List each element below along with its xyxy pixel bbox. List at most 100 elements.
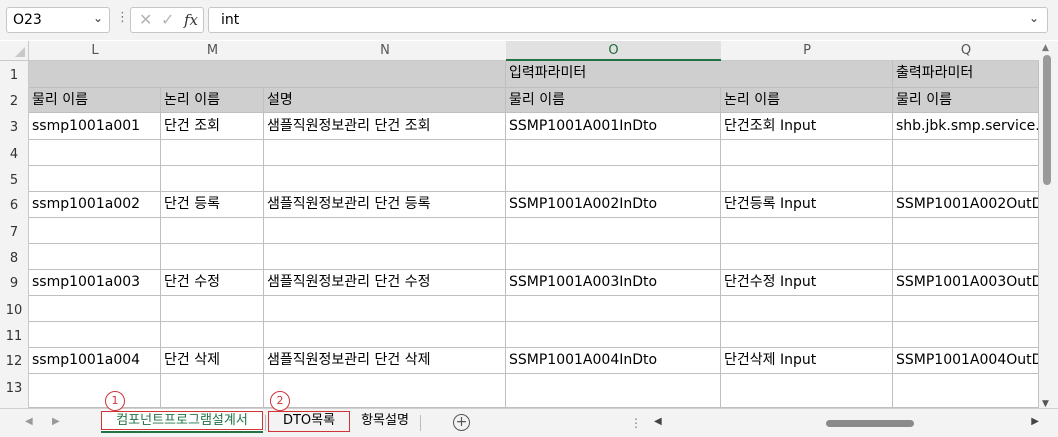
cell-O2-in-physical-name[interactable]: 물리 이름	[506, 88, 721, 113]
horizontal-scroll-thumb[interactable]	[826, 420, 914, 427]
empty-cell[interactable]	[893, 166, 1039, 192]
row-header-9[interactable]: 9	[0, 270, 29, 296]
empty-cell[interactable]	[721, 322, 893, 348]
empty-cell[interactable]	[161, 374, 264, 408]
empty-cell[interactable]	[506, 166, 721, 192]
cell-M2-logical-name[interactable]: 논리 이름	[161, 88, 264, 113]
cell-physical[interactable]: ssmp1001a002	[29, 192, 161, 218]
row-header-12[interactable]: 12	[0, 348, 29, 374]
column-header-Q[interactable]: Q	[893, 41, 1039, 61]
cell-physical[interactable]: ssmp1001a001	[29, 113, 161, 140]
cell-in-physical[interactable]: SSMP1001A001InDto	[506, 113, 721, 140]
column-header-P[interactable]: P	[721, 41, 893, 61]
empty-cell[interactable]	[29, 296, 161, 322]
cell-logical[interactable]: 단건 수정	[161, 270, 264, 296]
empty-cell[interactable]	[264, 140, 506, 166]
name-box[interactable]: O23 ⌄	[6, 7, 110, 33]
empty-cell[interactable]	[264, 322, 506, 348]
cell-in-physical[interactable]: SSMP1001A002InDto	[506, 192, 721, 218]
empty-cell[interactable]	[29, 244, 161, 270]
empty-cell[interactable]	[29, 218, 161, 244]
cell-Q2-out-physical-name[interactable]: 물리 이름	[893, 88, 1039, 113]
sheet-tab-dto-list[interactable]: DTO목록	[268, 409, 350, 433]
select-all-corner[interactable]	[0, 41, 29, 61]
scroll-left-icon[interactable]: ◀	[654, 416, 662, 427]
previous-sheet-icon[interactable]: ◀	[25, 416, 33, 427]
empty-cell[interactable]	[893, 296, 1039, 322]
empty-cell[interactable]	[721, 140, 893, 166]
cell-Q1-output-params[interactable]: 출력파라미터	[893, 61, 1039, 88]
column-header-N[interactable]: N	[264, 41, 506, 61]
row-header-6[interactable]: 6	[0, 192, 29, 218]
cell-in-logical[interactable]: 단건등록 Input	[721, 192, 893, 218]
empty-cell[interactable]	[161, 322, 264, 348]
column-header-L[interactable]: L	[29, 41, 161, 61]
row-header-4[interactable]: 4	[0, 140, 29, 166]
empty-cell[interactable]	[29, 374, 161, 408]
cell-out-physical[interactable]: SSMP1001A004OutD	[893, 348, 1039, 374]
empty-cell[interactable]	[893, 244, 1039, 270]
empty-cell[interactable]	[506, 244, 721, 270]
empty-cell[interactable]	[264, 374, 506, 408]
empty-cell[interactable]	[161, 140, 264, 166]
empty-cell[interactable]	[893, 374, 1039, 408]
empty-cell[interactable]	[893, 218, 1039, 244]
vertical-scroll-thumb[interactable]	[1043, 55, 1051, 185]
cell-physical[interactable]: ssmp1001a003	[29, 270, 161, 296]
empty-cell[interactable]	[264, 296, 506, 322]
cell-logical[interactable]: 단건 등록	[161, 192, 264, 218]
empty-cell[interactable]	[721, 296, 893, 322]
cell-logical[interactable]: 단건 조회	[161, 113, 264, 140]
cancel-icon[interactable]: ✕	[139, 10, 152, 29]
row-header-5[interactable]: 5	[0, 166, 29, 192]
empty-cell[interactable]	[29, 322, 161, 348]
column-header-O[interactable]: O	[506, 41, 721, 61]
empty-cell[interactable]	[264, 218, 506, 244]
cell-out-physical[interactable]: SSMP1001A003OutD	[893, 270, 1039, 296]
horizontal-scrollbar[interactable]: ◀ ▶	[654, 416, 1039, 430]
empty-cell[interactable]	[893, 322, 1039, 348]
empty-cell[interactable]	[721, 166, 893, 192]
cell-description[interactable]: 샘플직원정보관리 단건 삭제	[264, 348, 506, 374]
row-header-8[interactable]: 8	[0, 244, 29, 270]
empty-cell[interactable]	[29, 140, 161, 166]
formula-input[interactable]: int ⌄	[208, 7, 1048, 33]
cell-description[interactable]: 샘플직원정보관리 단건 수정	[264, 270, 506, 296]
empty-cell[interactable]	[264, 166, 506, 192]
empty-cell[interactable]	[506, 322, 721, 348]
cell-out-physical[interactable]: SSMP1001A002OutD	[893, 192, 1039, 218]
empty-cell[interactable]	[721, 218, 893, 244]
empty-cell[interactable]	[161, 296, 264, 322]
add-sheet-icon[interactable]: +	[453, 414, 470, 431]
row-header-11[interactable]: 11	[0, 322, 29, 348]
empty-cell[interactable]	[161, 218, 264, 244]
scroll-up-icon[interactable]: ▲	[1042, 43, 1049, 53]
row-header-3[interactable]: 3	[0, 113, 29, 140]
more-options-icon[interactable]: ⋮	[630, 416, 642, 430]
empty-cell[interactable]	[893, 140, 1039, 166]
row-header-2[interactable]: 2	[0, 88, 29, 113]
more-options-icon[interactable]: ⋮	[116, 10, 129, 25]
cell-in-physical[interactable]: SSMP1001A003InDto	[506, 270, 721, 296]
empty-cell[interactable]	[721, 244, 893, 270]
cell-P2-in-logical-name[interactable]: 논리 이름	[721, 88, 893, 113]
cell-description[interactable]: 샘플직원정보관리 단건 조회	[264, 113, 506, 140]
sheet-tab-item-description[interactable]: 항목설명	[352, 409, 418, 433]
chevron-down-icon[interactable]: ⌄	[93, 11, 103, 25]
cell-in-physical[interactable]: SSMP1001A004InDto	[506, 348, 721, 374]
empty-cell[interactable]	[161, 166, 264, 192]
insert-function-icon[interactable]: fx	[184, 11, 198, 29]
check-icon[interactable]: ✓	[161, 10, 174, 29]
empty-cell[interactable]	[29, 166, 161, 192]
cell-L1-merged[interactable]	[29, 61, 506, 88]
cell-L2-physical-name[interactable]: 물리 이름	[29, 88, 161, 113]
empty-cell[interactable]	[506, 296, 721, 322]
cell-description[interactable]: 샘플직원정보관리 단건 등록	[264, 192, 506, 218]
cell-in-logical[interactable]: 단건조회 Input	[721, 113, 893, 140]
sheet-tab-component-design[interactable]: 컴포넌트프로그램설계서	[101, 409, 263, 433]
scroll-right-icon[interactable]: ▶	[1031, 416, 1039, 427]
empty-cell[interactable]	[506, 218, 721, 244]
cell-in-logical[interactable]: 단건삭제 Input	[721, 348, 893, 374]
cell-N2-description[interactable]: 설명	[264, 88, 506, 113]
row-header-7[interactable]: 7	[0, 218, 29, 244]
